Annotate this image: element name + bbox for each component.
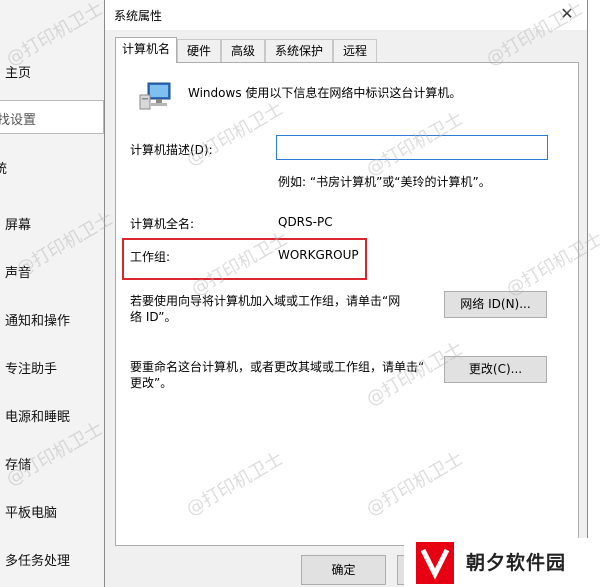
brand-logo-icon: [416, 542, 454, 584]
settings-search-placeholder: 找设置: [0, 113, 37, 128]
settings-item-display[interactable]: 屏幕: [5, 214, 31, 233]
tab-advanced[interactable]: 高级: [221, 39, 265, 62]
dialog-titlebar[interactable]: 系统属性 ✕: [105, 0, 587, 30]
join-domain-text-line1: 若要使用向导将计算机加入域或工作组，请单击“网: [130, 294, 401, 308]
background-window-edge: [588, 0, 600, 587]
rename-text-line2: 更改”。: [130, 376, 173, 390]
tab-remote[interactable]: 远程: [333, 39, 377, 62]
workgroup-value: WORKGROUP: [278, 248, 359, 262]
dialog-title: 系统属性: [114, 9, 163, 23]
join-domain-text-line2: 络 ID”。: [130, 310, 177, 324]
rename-text-line1: 要重命名这台计算机，或者更改其域或工作组，请单击“: [130, 360, 425, 374]
computer-description-input[interactable]: [276, 135, 548, 160]
full-name-label: 计算机全名:: [130, 217, 195, 231]
settings-item-tablet[interactable]: 平板电脑: [5, 502, 57, 521]
settings-search-input[interactable]: 找设置: [0, 100, 104, 134]
tab-computer-name[interactable]: 计算机名: [115, 37, 177, 63]
settings-item-notifications[interactable]: 通知和操作: [5, 310, 70, 329]
tab-system-protection[interactable]: 系统保护: [265, 39, 333, 62]
computer-icon: [139, 82, 171, 110]
tab-hardware[interactable]: 硬件: [177, 39, 221, 62]
intro-text: Windows 使用以下信息在网络中标识这台计算机。: [188, 86, 462, 100]
ok-button[interactable]: 确定: [301, 555, 386, 585]
computer-name-panel: Windows 使用以下信息在网络中标识这台计算机。 计算机描述(D): 例如:…: [115, 62, 579, 546]
settings-item-home[interactable]: 主页: [5, 62, 31, 81]
settings-item-storage[interactable]: 存储: [5, 454, 31, 473]
close-icon[interactable]: ✕: [557, 4, 577, 24]
network-id-button[interactable]: 网络 ID(N)...: [444, 291, 547, 318]
computer-description-label: 计算机描述(D):: [130, 143, 213, 157]
settings-section-label: 统: [0, 162, 8, 177]
brand-name: 朝夕软件园: [466, 552, 567, 574]
settings-window: 主页 找设置 统 屏幕 声音 通知和操作 专注助手 电源和睡眠 存储 平板电脑 …: [0, 0, 104, 587]
settings-item-sound[interactable]: 声音: [5, 262, 31, 281]
settings-item-multitasking[interactable]: 多任务处理: [5, 550, 70, 569]
system-properties-dialog: 系统属性 ✕ 计算机名 硬件 高级 系统保护 远程 Windows 使用以下信息…: [104, 0, 588, 587]
brand-badge: 朝夕软件园: [404, 538, 600, 587]
full-name-value: QDRS-PC: [278, 215, 333, 229]
workgroup-label: 工作组:: [130, 250, 171, 264]
description-example-text: 例如: “书房计算机”或“美玲的计算机”。: [278, 175, 491, 189]
settings-item-power-sleep[interactable]: 电源和睡眠: [5, 406, 70, 425]
change-button[interactable]: 更改(C)...: [444, 356, 547, 383]
settings-item-focus-assist[interactable]: 专注助手: [5, 358, 57, 377]
